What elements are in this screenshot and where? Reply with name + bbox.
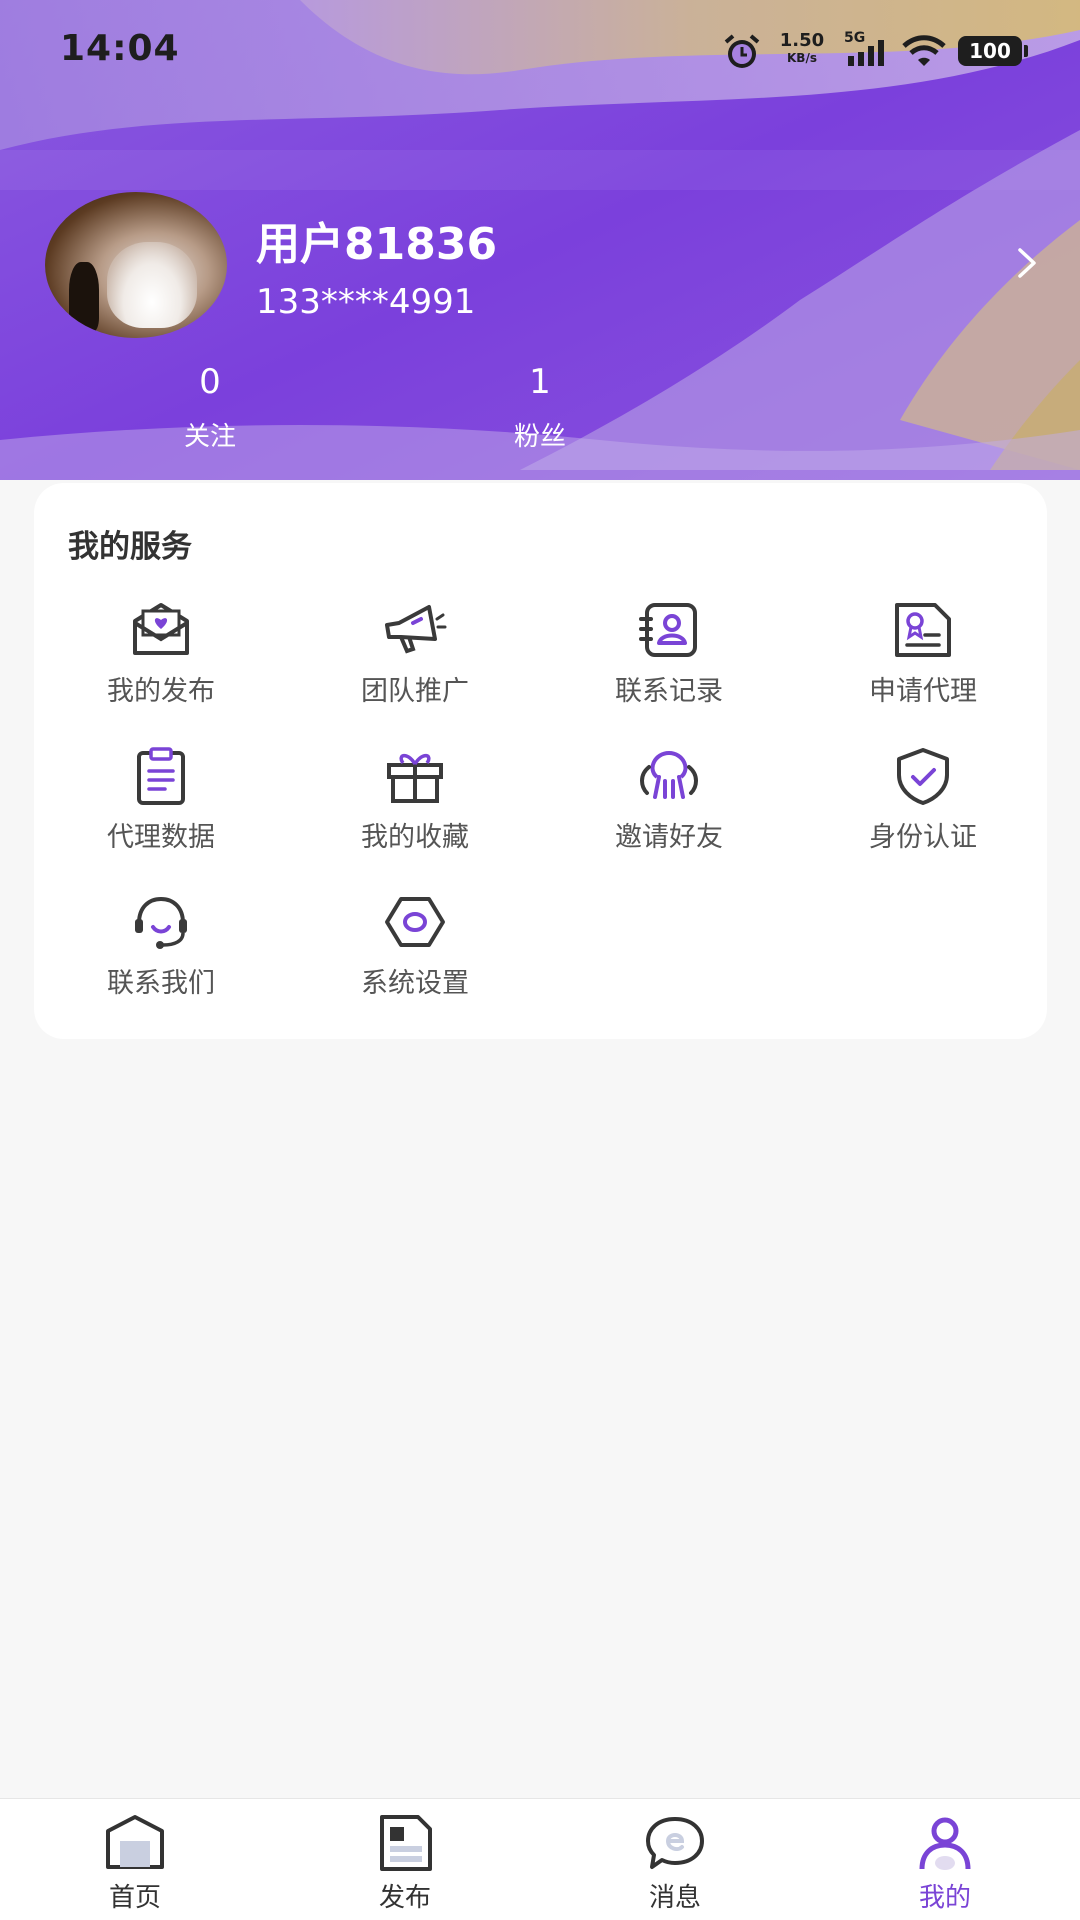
nav-messages[interactable]: 消息 (605, 1813, 745, 1914)
nav-publish[interactable]: 发布 (335, 1813, 475, 1914)
service-label: 邀请好友 (615, 822, 723, 853)
service-apply-agent[interactable]: 申请代理 (796, 601, 1050, 721)
following-label: 关注 (183, 422, 236, 452)
stat-fans[interactable]: 1 粉丝 (440, 362, 640, 453)
services-card: 我的服务 我的发布 团队推广 联系记录 申请代理 代理数据 我的收藏 邀请好友 … (34, 483, 1047, 1039)
message-icon (646, 1817, 704, 1869)
username[interactable]: 用户81836 (256, 208, 497, 272)
net-speed-value: 1.50 (779, 30, 825, 51)
service-identity-verification[interactable]: 身份认证 (796, 747, 1050, 867)
signal-icon: 5G (844, 30, 890, 70)
headset-icon (135, 896, 187, 949)
status-bar: 14:04 1.50 KB/s 5G 100 (0, 0, 1080, 100)
wifi-icon (902, 35, 946, 66)
nav-label: 发布 (378, 1883, 431, 1913)
nav-label: 首页 (108, 1883, 161, 1913)
clipboard-icon (137, 747, 185, 805)
net-speed: 1.50 KB/s (772, 30, 832, 65)
user-phone: 133****4991 (256, 282, 476, 322)
avatar[interactable] (45, 192, 227, 338)
service-label: 联系记录 (615, 676, 723, 707)
service-label: 联系我们 (107, 968, 215, 999)
invite-people-icon (640, 750, 698, 799)
service-contact-us[interactable]: 联系我们 (34, 893, 288, 1013)
service-contact-records[interactable]: 联系记录 (542, 601, 796, 721)
profile-icon (919, 1817, 971, 1870)
nav-profile[interactable]: 我的 (875, 1813, 1015, 1914)
profile-header: 14:04 1.50 KB/s 5G 100 用户81836 133****49… (0, 0, 1080, 500)
service-system-settings[interactable]: 系统设置 (288, 893, 542, 1013)
status-icons: 1.50 KB/s 5G 100 (722, 30, 1028, 74)
home-icon (106, 1815, 164, 1869)
service-team-promotion[interactable]: 团队推广 (288, 601, 542, 721)
nav-label: 我的 (918, 1883, 971, 1913)
following-count: 0 (199, 362, 221, 402)
fans-label: 粉丝 (513, 422, 566, 452)
service-label: 身份认证 (869, 822, 977, 853)
services-title: 我的服务 (68, 529, 192, 565)
bottom-nav: 首页 发布 消息 我的 (0, 1798, 1080, 1920)
shield-check-icon (897, 748, 949, 805)
hexagon-settings-icon (385, 897, 445, 947)
publish-icon (380, 1815, 432, 1871)
service-agent-data[interactable]: 代理数据 (34, 747, 288, 867)
fans-count: 1 (529, 362, 551, 402)
avatar-person (69, 262, 99, 332)
service-label: 团队推广 (361, 676, 469, 707)
service-label: 系统设置 (361, 968, 469, 999)
net-speed-unit: KB/s (787, 51, 817, 65)
service-my-favorites[interactable]: 我的收藏 (288, 747, 542, 867)
alarm-icon (724, 34, 760, 68)
gift-icon (387, 753, 443, 803)
service-my-posts[interactable]: 我的发布 (34, 601, 288, 721)
megaphone-icon (385, 605, 447, 654)
service-label: 我的收藏 (361, 822, 469, 853)
contact-book-icon (639, 603, 697, 657)
status-time: 14:04 (60, 28, 180, 69)
service-label: 申请代理 (869, 676, 977, 707)
certificate-icon (895, 603, 951, 657)
service-invite-friends[interactable]: 邀请好友 (542, 747, 796, 867)
nav-label: 消息 (648, 1883, 701, 1913)
nav-home[interactable]: 首页 (65, 1813, 205, 1914)
chevron-right-icon[interactable] (1010, 246, 1044, 280)
stat-following[interactable]: 0 关注 (110, 362, 310, 453)
avatar-dress (107, 242, 197, 328)
service-label: 代理数据 (107, 822, 215, 853)
envelope-heart-icon (133, 603, 189, 655)
battery-indicator: 100 (958, 36, 1028, 66)
service-label: 我的发布 (107, 676, 215, 707)
